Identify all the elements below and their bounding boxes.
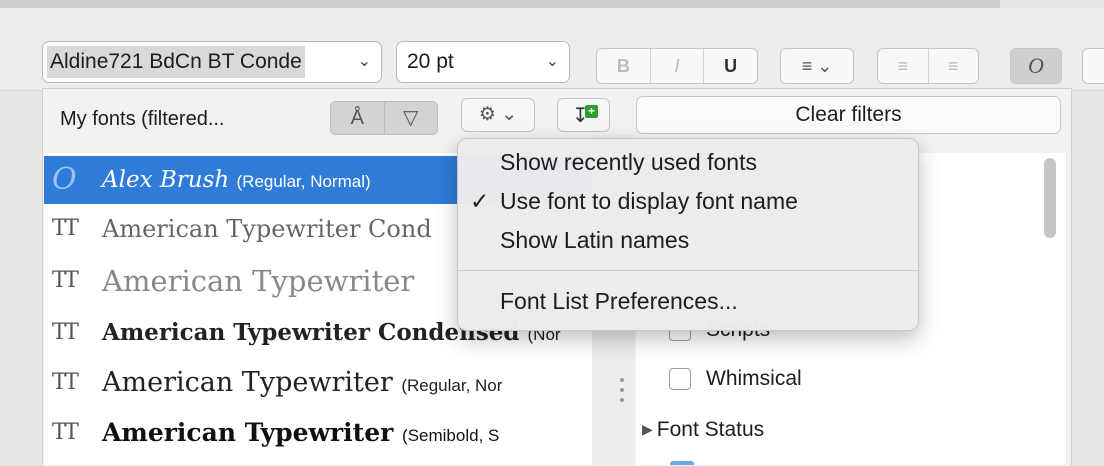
outline-toggle[interactable]: O [1010,48,1062,84]
font-status-label: Font Status [656,418,765,441]
font-options-button[interactable]: ⚙ ⌄ [461,98,535,132]
text-style-buttons: B I U [596,48,758,84]
gear-icon: ⚙ [478,104,496,125]
bold-button[interactable]: B [597,49,651,83]
font-family-value[interactable]: Aldine721 BdCn BT Conde [47,46,305,78]
disclosure-triangle-icon[interactable]: ▶ [642,421,653,437]
menu-item-font-list-preferences[interactable]: Font List Preferences... [500,284,738,318]
font-row-name: American Typewriter [102,418,394,447]
menu-item-show-recent-fonts[interactable]: Show recently used fonts [500,145,757,179]
italic-button[interactable]: I [651,49,705,83]
whimsical-checkbox[interactable] [669,368,691,390]
add-font-button[interactable]: ↧ + [557,98,610,132]
scrollbar-thumb[interactable] [1044,158,1056,238]
chevron-down-icon: ⌄ [501,104,518,125]
filter-icon[interactable]: ▽ [385,102,438,134]
chevron-down-icon[interactable]: ⌄ [546,42,559,82]
font-list-header: My fonts (filtered... Å ▽ [44,92,446,146]
font-row[interactable]: TT American Typewriter (Regular, Nor [44,359,592,407]
numbered-list-icon[interactable]: ≡ [929,49,979,83]
script-font-icon: O [52,162,77,197]
font-status-group[interactable]: ▶ Font Status [642,415,764,444]
plus-badge-icon: + [585,105,598,118]
align-left-icon[interactable]: ≡ ⌄ [781,49,853,83]
checkmark-icon: ✓ [470,188,490,214]
align-select[interactable]: ≡ ⌄ [780,48,854,84]
bullet-list-icon[interactable]: ≡ [878,49,929,83]
splitter-handle-icon[interactable] [620,378,624,412]
window-top-edge [0,0,1000,8]
clear-filters-button[interactable]: Clear filters [636,96,1061,134]
whimsical-label[interactable]: Whimsical [706,365,802,393]
truetype-icon: TT [52,370,79,395]
font-row-name: American Typewriter Cond [102,215,432,243]
font-family-select[interactable]: Aldine721 BdCn BT Conde ⌄ [42,41,382,83]
format-toolbar: Aldine721 BdCn BT Conde ⌄ 20 pt ⌄ B I U … [0,8,1104,91]
truetype-icon: TT [52,320,79,345]
truetype-icon: TT [52,268,79,293]
font-options-menu: Show recently used fonts ✓ Use font to d… [457,138,919,331]
font-row-name: Alex Brush [102,167,230,193]
chevron-down-icon[interactable]: ⌄ [358,42,371,82]
font-row-style: (Regular, Normal) [236,172,371,191]
view-filter-segment: Å ▽ [330,101,438,135]
outline-button[interactable]: O [1011,49,1061,83]
truetype-icon: TT [52,216,79,241]
underline-button[interactable]: U [704,49,757,83]
menu-item-show-latin-names[interactable]: Show Latin names [500,223,689,257]
status-indicator-icon [670,461,694,465]
menu-item-use-font-for-name[interactable]: Use font to display font name [500,184,798,218]
truetype-icon: TT [52,420,79,445]
font-preview-icon[interactable]: Å [331,102,385,134]
menu-separator [458,270,918,271]
truncated-toolbar-button[interactable] [1082,48,1104,84]
font-size-select[interactable]: 20 pt ⌄ [396,41,570,83]
font-collection-label[interactable]: My fonts (filtered... [60,92,225,146]
font-row-style: (Semibold, S [402,426,500,445]
font-row-name: American Typewriter [102,264,415,298]
font-size-value[interactable]: 20 pt [407,42,454,82]
list-buttons: ≡ ≡ [877,48,979,84]
font-row-style: (Regular, Nor [401,376,503,395]
font-row-name: American Typewriter [102,367,393,398]
font-row[interactable]: TT American Typewriter (Semibold, S [44,409,592,457]
